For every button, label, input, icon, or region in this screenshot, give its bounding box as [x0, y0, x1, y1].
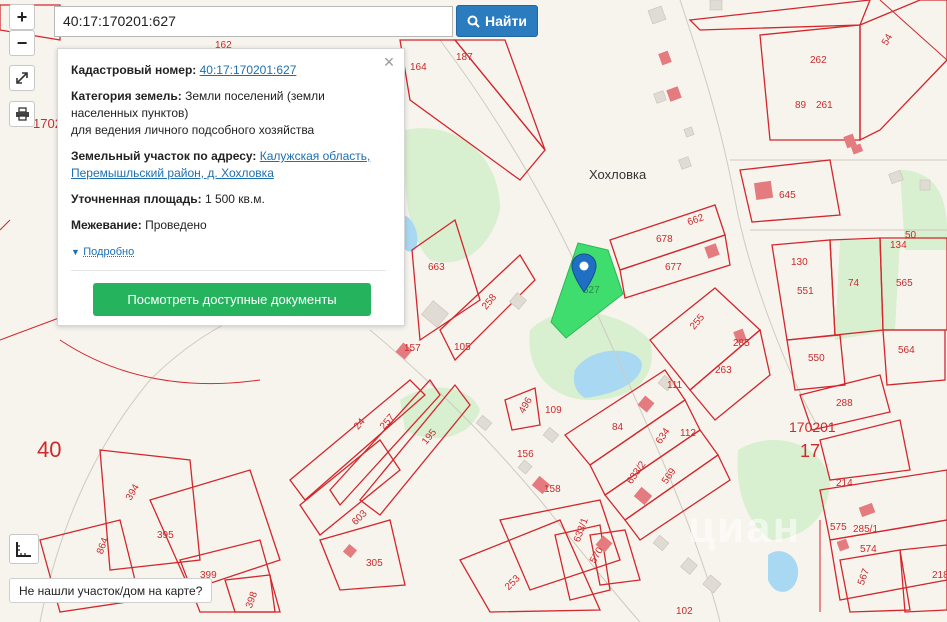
more-row[interactable]: ▼ Подробно: [71, 243, 386, 261]
area-label: Уточненная площадь:: [71, 192, 202, 206]
cadastral-label: Кадастровый номер:: [71, 63, 197, 77]
category-label: Категория земель:: [71, 89, 182, 103]
area-row: Уточненная площадь: 1 500 кв.м.: [71, 191, 386, 208]
category-value: населенных пунктов): [71, 106, 189, 120]
fullscreen-button[interactable]: [9, 65, 35, 91]
print-button[interactable]: [9, 101, 35, 127]
quarter-label: 17: [800, 441, 821, 461]
address-label: Земельный участок по адресу:: [71, 149, 257, 163]
triangle-down-icon: ▼: [71, 247, 80, 257]
survey-row: Межевание: Проведено: [71, 217, 386, 234]
area-value: 1 500 кв.м.: [204, 192, 265, 206]
category-value: для ведения личного подсобного хозяйства: [71, 123, 315, 137]
address-link[interactable]: Перемышльский район, д. Хохловка: [71, 166, 274, 180]
search-icon: [467, 15, 480, 28]
search-button[interactable]: Найти: [456, 5, 538, 37]
expand-icon: [16, 72, 28, 84]
view-documents-button[interactable]: Посмотреть доступные документы: [93, 283, 371, 316]
parcel-info-card: × Кадастровый номер: 40:17:170201:627 Ка…: [57, 48, 405, 326]
search-input[interactable]: 40:17:170201:627: [54, 6, 453, 37]
address-row: Земельный участок по адресу: Калужская о…: [71, 148, 386, 182]
ruler-button[interactable]: [9, 534, 39, 564]
village-label: Хохловка: [589, 167, 647, 182]
vegetation-area: [835, 240, 900, 340]
survey-value: Проведено: [145, 218, 207, 232]
divider: [71, 270, 386, 271]
survey-label: Межевание:: [71, 218, 142, 232]
address-link[interactable]: Калужская область,: [260, 149, 371, 163]
search-button-label: Найти: [485, 13, 527, 29]
more-link[interactable]: Подробно: [83, 246, 134, 258]
zoom-out-button[interactable]: −: [9, 30, 35, 56]
category-value: Земли поселений (земли: [185, 89, 325, 103]
quarter-label: 170201: [789, 419, 836, 435]
ruler-icon: [16, 542, 31, 557]
cadastral-link[interactable]: 40:17:170201:627: [200, 63, 297, 77]
category-row: Категория земель: Земли поселений (земли…: [71, 88, 386, 139]
not-found-button[interactable]: Не нашли участок/дом на карте?: [9, 578, 213, 603]
printer-icon: [15, 107, 29, 121]
zoom-in-button[interactable]: +: [9, 4, 35, 30]
location-marker-icon[interactable]: [571, 253, 597, 293]
watermark: циан: [688, 503, 802, 552]
quarter-label: 40: [37, 437, 62, 462]
cadastral-row: Кадастровый номер: 40:17:170201:627: [71, 62, 386, 79]
